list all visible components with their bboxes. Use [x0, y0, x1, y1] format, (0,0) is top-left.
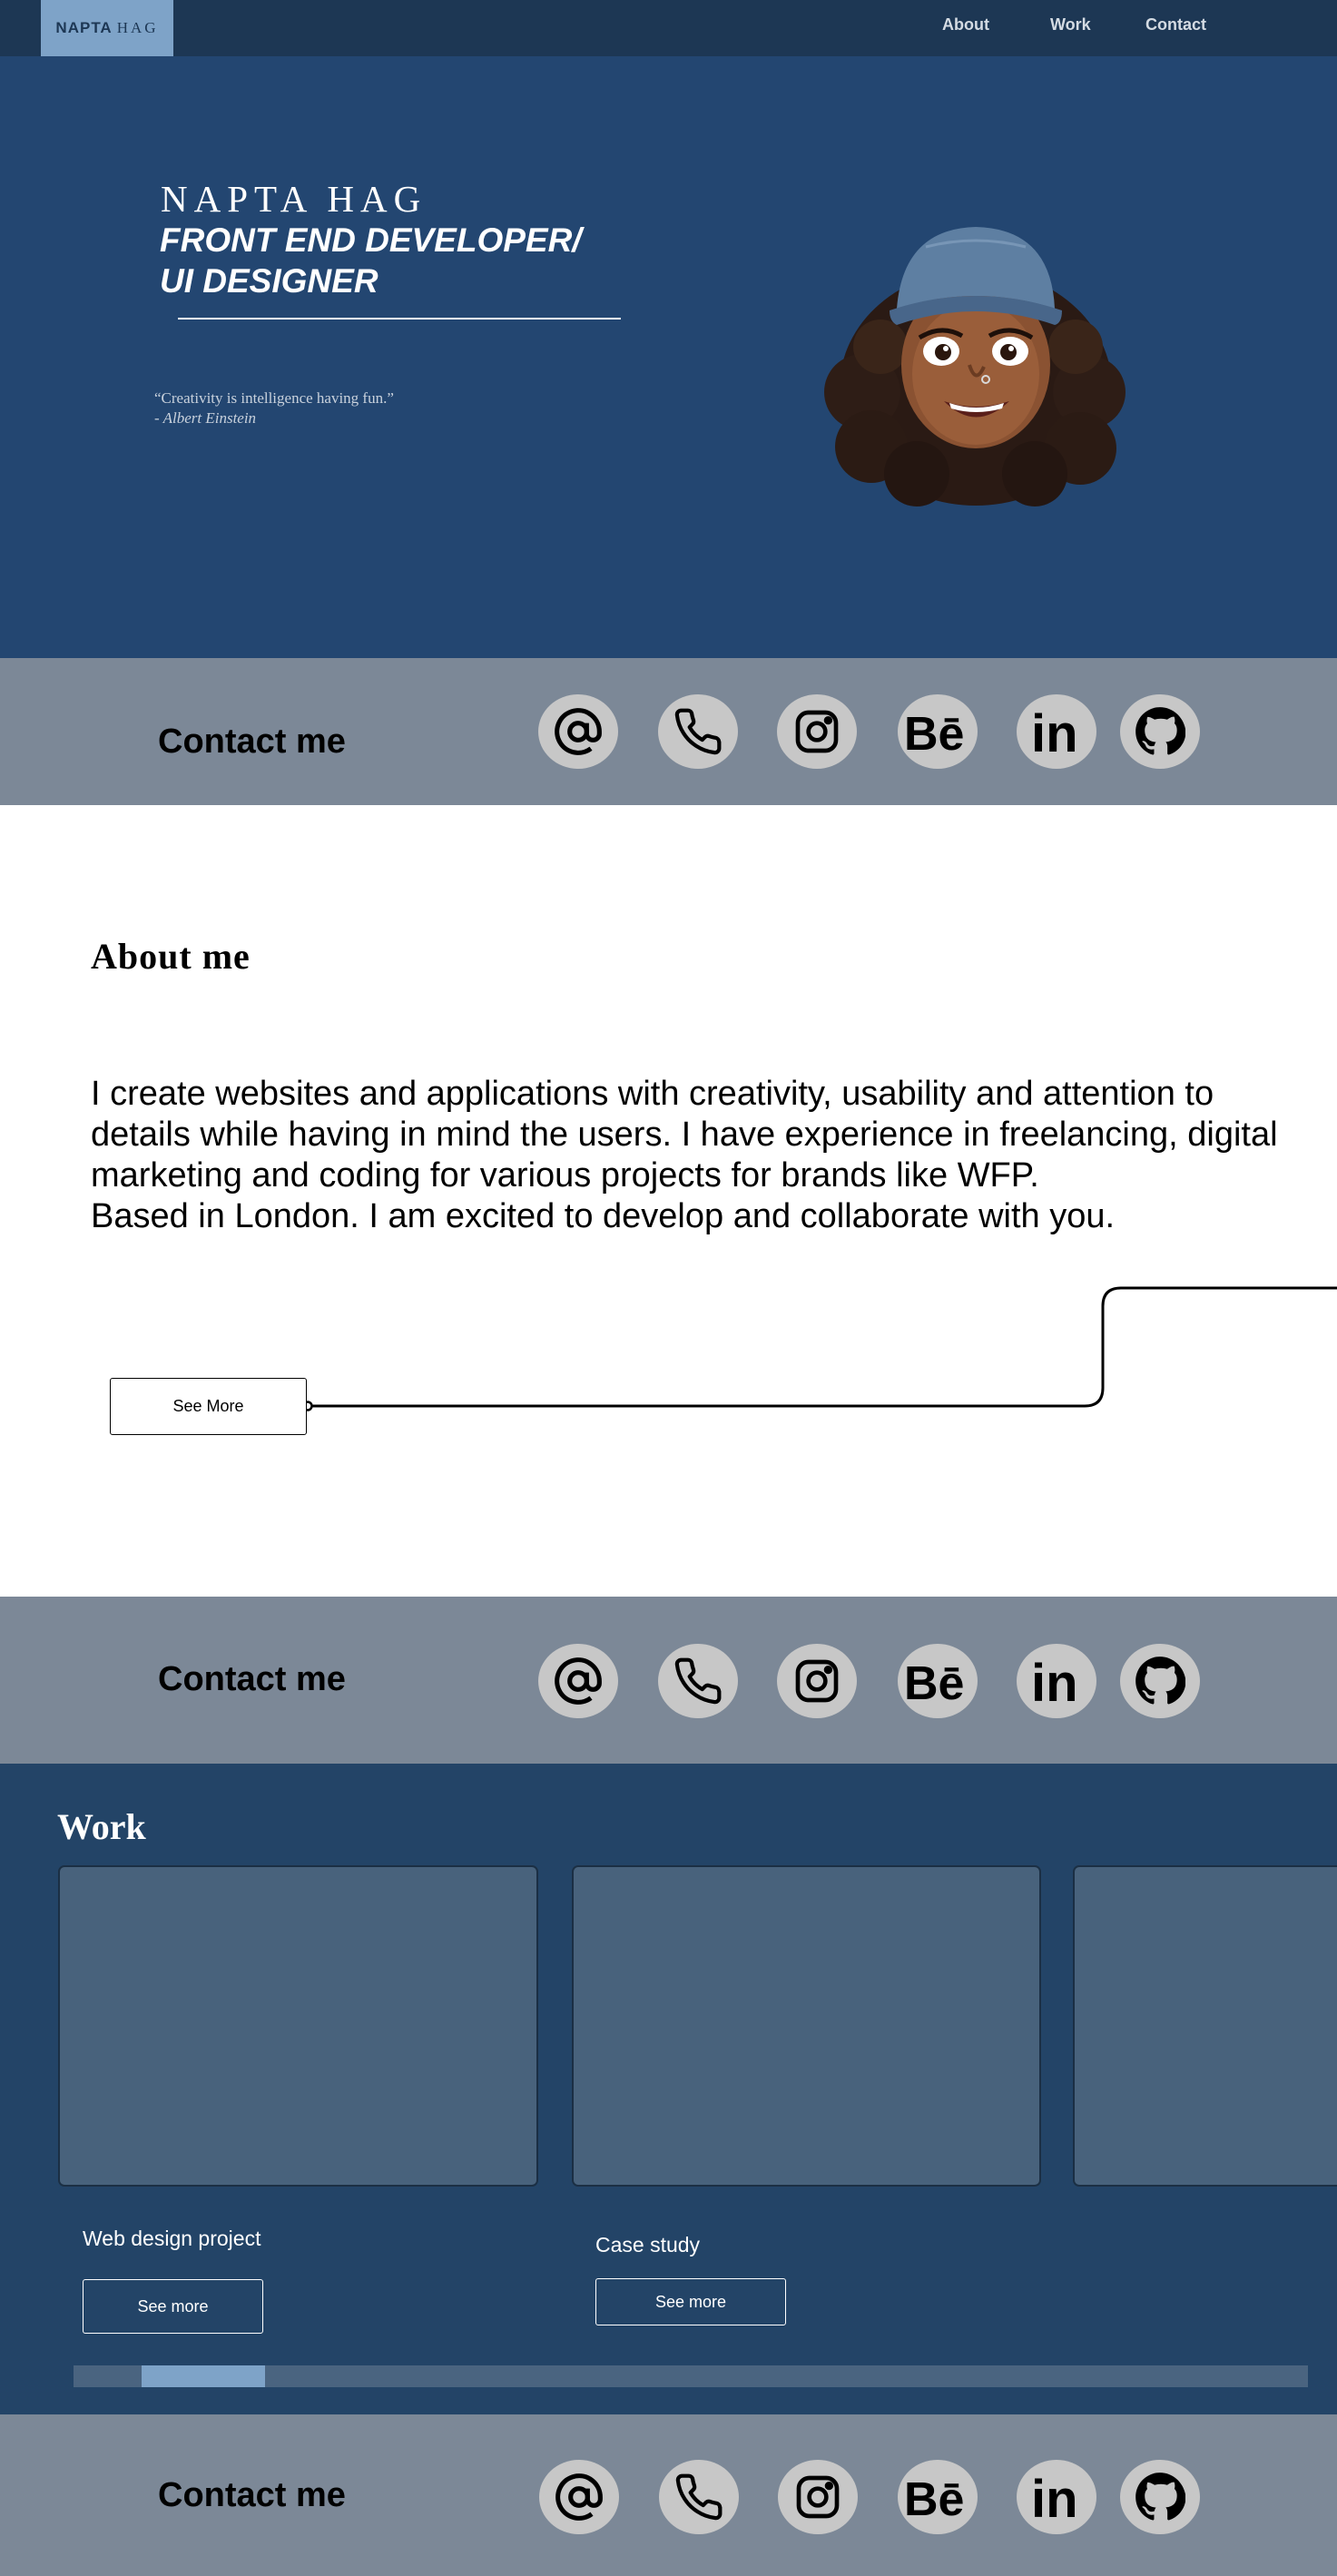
- linkedin-icon: in: [1031, 2472, 1078, 2522]
- github-button[interactable]: [1120, 2460, 1200, 2534]
- phone-button[interactable]: [658, 1644, 738, 1718]
- carousel-scrollbar[interactable]: [74, 2365, 1308, 2387]
- project-see-more-button[interactable]: See more: [83, 2279, 263, 2334]
- contact-title: Contact me: [158, 2476, 346, 2514]
- github-icon: [1135, 2473, 1185, 2521]
- project-card[interactable]: [572, 1865, 1041, 2187]
- github-icon: [1135, 1657, 1185, 1705]
- svg-text:Bē: Bē: [904, 1657, 964, 1706]
- behance-icon: Bē: [904, 1657, 964, 1706]
- at-sign-icon: [555, 1657, 602, 1705]
- contact-title: Contact me: [158, 1660, 346, 1698]
- phone-button[interactable]: [659, 2460, 739, 2534]
- behance-button[interactable]: Bē: [898, 2460, 978, 2534]
- instagram-icon: [795, 1659, 839, 1703]
- project-see-more-button[interactable]: See more: [595, 2278, 786, 2325]
- project-card[interactable]: [1073, 1865, 1337, 2187]
- instagram-button[interactable]: [777, 1644, 857, 1718]
- phone-icon: [675, 2473, 723, 2521]
- decorative-connector-line: [302, 1286, 1337, 1411]
- at-sign-icon: [555, 2473, 603, 2521]
- email-button[interactable]: [538, 1644, 618, 1718]
- work-title: Work: [57, 1806, 146, 1847]
- linkedin-button[interactable]: in: [1017, 2460, 1096, 2534]
- contact-strip: Contact me Bē in: [0, 1597, 1337, 1764]
- github-button[interactable]: [1120, 1644, 1200, 1718]
- behance-button[interactable]: Bē: [898, 1644, 978, 1718]
- carousel-scroll-thumb[interactable]: [142, 2365, 265, 2387]
- about-see-more-button[interactable]: See More: [110, 1378, 307, 1435]
- project-card[interactable]: [58, 1865, 538, 2187]
- project-title: Web design project: [83, 2227, 261, 2250]
- linkedin-button[interactable]: in: [1017, 1644, 1096, 1718]
- contact-strip: Contact me Bē in: [0, 2414, 1337, 2576]
- svg-text:in: in: [1031, 2472, 1078, 2522]
- email-button[interactable]: [539, 2460, 619, 2534]
- linkedin-icon: in: [1031, 1656, 1078, 1706]
- instagram-button[interactable]: [778, 2460, 858, 2534]
- phone-icon: [674, 1657, 722, 1705]
- behance-icon: Bē: [904, 2473, 964, 2522]
- project-title: Case study: [595, 2233, 701, 2256]
- work-section: Work Web design project See more Case st…: [0, 1764, 1337, 2414]
- svg-text:in: in: [1031, 1656, 1078, 1706]
- svg-text:Bē: Bē: [904, 2473, 964, 2522]
- instagram-icon: [796, 2475, 840, 2519]
